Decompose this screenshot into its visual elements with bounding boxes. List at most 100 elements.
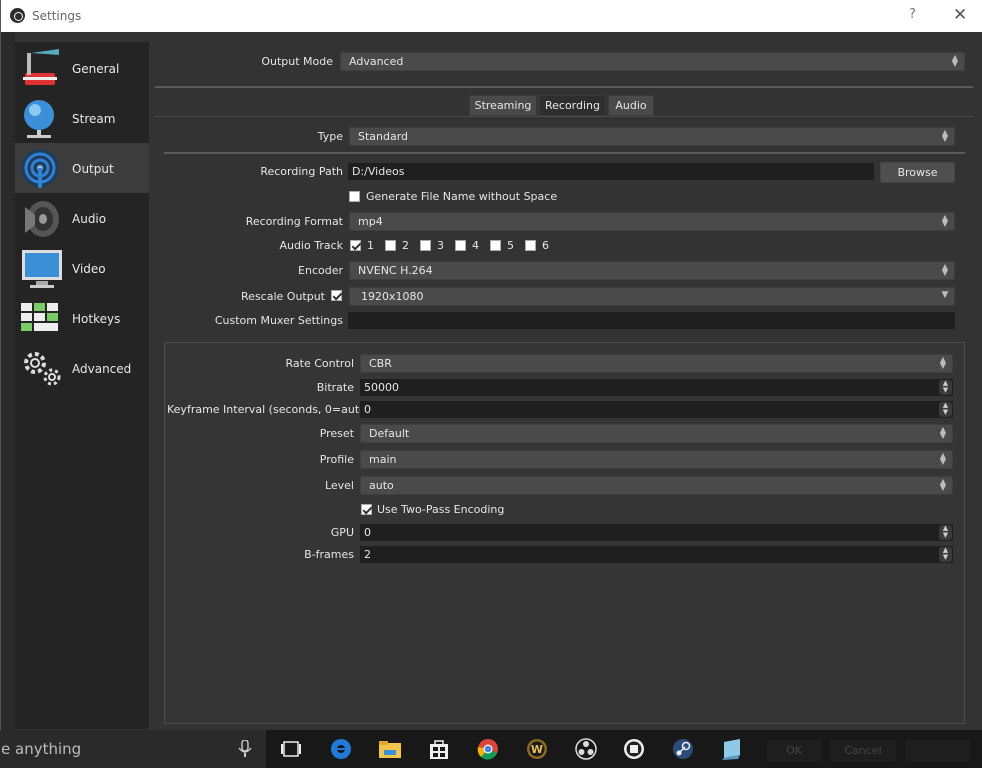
two-pass-label: Use Two-Pass Encoding (377, 503, 505, 516)
sidebar-item-general[interactable]: General (15, 43, 149, 93)
sidebar-item-label: Stream (72, 112, 116, 126)
help-button[interactable]: ? (909, 7, 916, 22)
recording-format-label: Recording Format (245, 215, 343, 228)
audio-track-2-checkbox[interactable] (385, 240, 396, 251)
audio-track-1-label: 1 (367, 239, 374, 252)
sidebar-item-label: Output (72, 162, 114, 176)
audio-track-label: Audio Track (279, 239, 343, 252)
preset-label: Preset (319, 427, 354, 440)
up-down-arrow-icon: ▲ ▼ (941, 262, 949, 277)
output-icon (21, 149, 59, 188)
warcraft-icon[interactable]: W (525, 738, 549, 760)
spin-arrows-icon[interactable]: ▲ ▼ (939, 525, 952, 540)
level-value: auto (369, 479, 394, 492)
cancel-button[interactable]: Cancel (830, 740, 896, 761)
keyframe-interval-label: Keyframe Interval (seconds, 0=auto) (167, 403, 371, 416)
sidebar-item-output[interactable]: Output (15, 143, 149, 193)
app-badge-icon[interactable] (622, 738, 646, 760)
video-icon (22, 250, 62, 288)
type-select[interactable]: Standard ▲ ▼ (349, 127, 955, 146)
bframes-value: 2 (364, 548, 371, 561)
recording-path-input[interactable]: D:/Videos (348, 163, 874, 180)
level-select[interactable]: auto ▲ ▼ (360, 476, 953, 495)
edge-browser-icon[interactable] (329, 738, 353, 760)
up-down-arrow-icon: ▲ ▼ (939, 355, 947, 370)
rescale-output-checkbox[interactable] (331, 290, 342, 301)
up-down-arrow-icon: ▲ ▼ (939, 451, 947, 466)
up-down-arrow-icon: ▲ ▼ (941, 213, 949, 228)
audio-track-5-checkbox[interactable] (490, 240, 501, 251)
tab-streaming[interactable]: Streaming (469, 95, 537, 116)
keyframe-interval-input[interactable]: 0 ▲ ▼ (360, 401, 953, 418)
steam-icon[interactable] (671, 738, 695, 760)
profile-value: main (369, 453, 397, 466)
type-value: Standard (358, 130, 409, 143)
bframes-input[interactable]: 2 ▲ ▼ (360, 546, 953, 563)
sidebar-item-hotkeys[interactable]: Hotkeys (15, 293, 149, 343)
output-mode-value: Advanced (349, 55, 404, 68)
rescale-output-select[interactable]: 1920x1080 ▼ (349, 287, 955, 306)
profile-select[interactable]: main ▲ ▼ (360, 450, 953, 469)
preset-select[interactable]: Default ▲ ▼ (360, 424, 953, 443)
file-explorer-icon[interactable] (378, 738, 402, 760)
audio-track-4-checkbox[interactable] (455, 240, 466, 251)
sidebar-item-advanced[interactable]: Advanced (15, 343, 149, 393)
rate-control-value: CBR (369, 357, 392, 370)
preset-value: Default (369, 427, 410, 440)
gpu-input[interactable]: 0 ▲ ▼ (360, 524, 953, 541)
encoder-value: NVENC H.264 (358, 264, 433, 277)
profile-label: Profile (319, 453, 354, 466)
spin-arrows-icon[interactable]: ▲ ▼ (939, 402, 952, 417)
ok-button[interactable]: OK (767, 740, 821, 761)
up-down-arrow-icon: ▲ ▼ (939, 425, 947, 440)
task-view-icon[interactable] (279, 738, 303, 760)
generate-filename-checkbox[interactable] (349, 191, 360, 202)
custom-muxer-input[interactable] (348, 312, 955, 329)
audio-track-3-checkbox[interactable] (420, 240, 431, 251)
obs-studio-icon[interactable] (574, 738, 598, 760)
settings-sidebar: General Stream Output Audio Video Hotkey… (15, 42, 149, 729)
sidebar-item-label: Video (72, 262, 106, 276)
taskbar-search-box[interactable]: e anything (0, 730, 266, 768)
spin-arrows-icon[interactable]: ▲ ▼ (939, 380, 952, 395)
close-button[interactable]: ✕ (953, 5, 967, 25)
store-icon[interactable] (427, 738, 451, 760)
settings-window: Settings ? ✕ General Stream Output Audio… (0, 0, 982, 730)
encoder-select[interactable]: NVENC H.264 ▲ ▼ (349, 261, 955, 280)
sidebar-item-audio[interactable]: Audio (15, 193, 149, 243)
recording-path-label: Recording Path (260, 165, 343, 178)
browse-button[interactable]: Browse (880, 162, 955, 183)
rate-control-select[interactable]: CBR ▲ ▼ (360, 354, 953, 373)
up-down-arrow-icon: ▲ ▼ (941, 128, 949, 143)
sidebar-item-stream[interactable]: Stream (15, 93, 149, 143)
bframes-label: B-frames (304, 548, 354, 561)
audio-track-1-checkbox[interactable] (350, 240, 361, 251)
encoder-label: Encoder (298, 264, 343, 277)
sidebar-item-video[interactable]: Video (15, 243, 149, 293)
notepad-icon[interactable] (720, 738, 744, 760)
sidebar-item-label: Audio (72, 212, 107, 226)
tab-recording[interactable]: Recording (539, 95, 606, 116)
apply-button[interactable] (906, 740, 970, 761)
tab-audio[interactable]: Audio (608, 95, 654, 116)
chrome-icon[interactable] (476, 738, 500, 760)
audio-icon (25, 201, 59, 237)
sidebar-item-label: Hotkeys (72, 312, 121, 326)
recording-format-value: mp4 (358, 215, 383, 228)
rescale-output-value: 1920x1080 (361, 290, 424, 303)
chevron-down-icon: ▼ (941, 290, 949, 300)
audio-track-6-checkbox[interactable] (525, 240, 536, 251)
gpu-label: GPU (330, 526, 354, 539)
two-pass-checkbox[interactable] (361, 504, 372, 515)
spin-arrows-icon[interactable]: ▲ ▼ (939, 547, 952, 562)
recording-format-select[interactable]: mp4 ▲ ▼ (349, 212, 955, 231)
microphone-icon[interactable] (238, 740, 252, 758)
custom-muxer-label: Custom Muxer Settings (214, 314, 343, 327)
advanced-icon (24, 352, 61, 386)
hotkeys-icon (21, 303, 58, 331)
bitrate-input[interactable]: 50000 ▲ ▼ (360, 379, 953, 396)
divider (155, 86, 973, 88)
up-down-arrow-icon: ▲ ▼ (939, 477, 947, 492)
search-text: e anything (1, 740, 82, 758)
output-mode-select[interactable]: Advanced ▲ ▼ (340, 52, 965, 71)
